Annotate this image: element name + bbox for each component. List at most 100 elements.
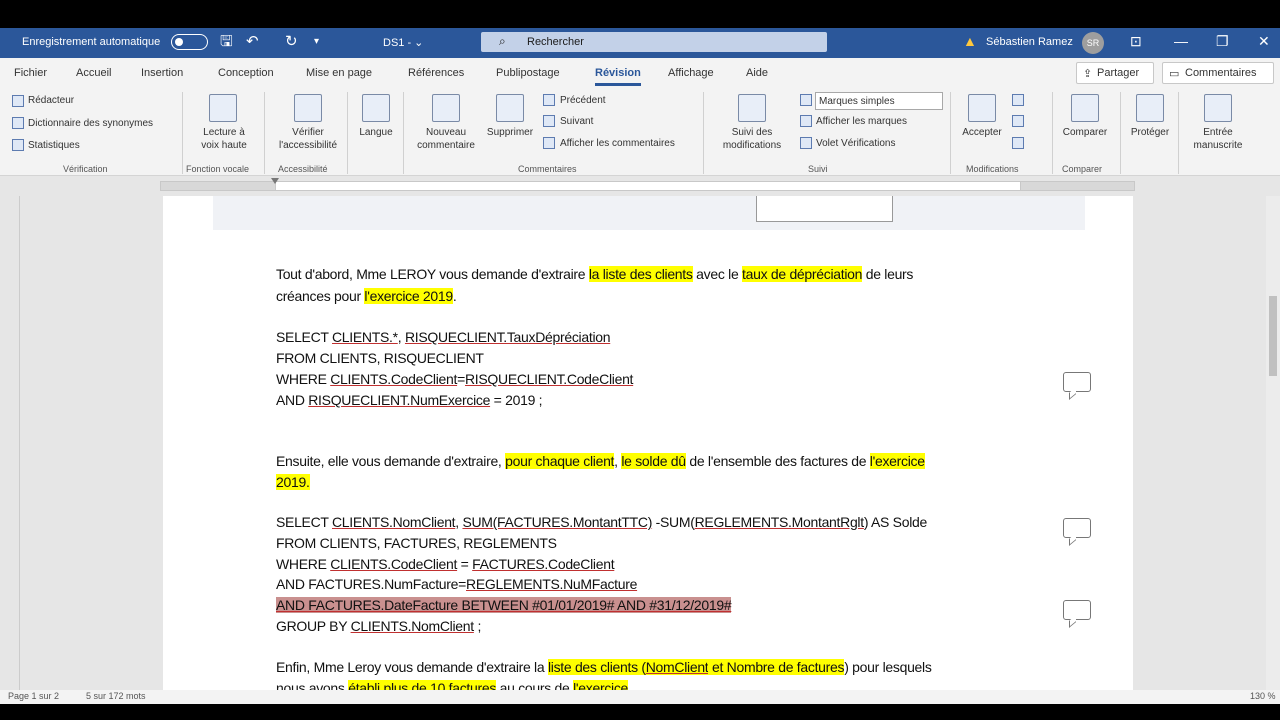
compare-button[interactable]: Comparer	[1057, 126, 1113, 139]
zoom-level[interactable]: 130 %	[1250, 691, 1276, 701]
title-bar: Enregistrement automatique 🖫 ↶ ↻ ▾ DS1 -…	[0, 28, 1280, 58]
comments-label: Commentaires	[1185, 67, 1257, 79]
document-page[interactable]: Tout d'abord, Mme LEROY vous demande d'e…	[163, 196, 1133, 696]
previous-change-icon[interactable]	[1012, 115, 1024, 127]
separator	[403, 92, 404, 174]
accept-icon	[968, 94, 996, 122]
separator	[347, 92, 348, 174]
show-markup-button[interactable]: Afficher les marques	[816, 116, 907, 127]
tab-mise-en-page[interactable]: Mise en page	[306, 67, 372, 79]
query-1-line-3: WHERE CLIENTS.CodeClient=RISQUECLIENT.Co…	[276, 371, 634, 387]
tab-accueil[interactable]: Accueil	[76, 67, 111, 79]
document-name[interactable]: DS1 - ⌄	[383, 36, 423, 49]
share-icon: ⇪	[1083, 68, 1093, 80]
indent-marker[interactable]	[271, 178, 279, 184]
next-comment-icon	[543, 115, 555, 127]
query-2-line-4: AND FACTURES.NumFacture=REGLEMENTS.NuMFa…	[276, 576, 638, 592]
qat-more-icon[interactable]: ▾	[314, 33, 319, 51]
vertical-ruler[interactable]	[0, 196, 20, 690]
vertical-scrollbar[interactable]	[1266, 196, 1280, 690]
next-comment-button[interactable]: Suivant	[560, 116, 593, 127]
undo-icon[interactable]: ↶	[246, 33, 259, 51]
check-accessibility-button[interactable]: Vérifier l'accessibilité	[276, 126, 340, 152]
tab-fichier[interactable]: Fichier	[14, 67, 47, 79]
compare-icon	[1071, 94, 1099, 122]
statistiques-button[interactable]: Statistiques	[28, 140, 80, 151]
search-icon: ⌕	[499, 34, 506, 48]
tab-conception[interactable]: Conception	[218, 67, 274, 79]
tab-revision[interactable]: Révision	[595, 67, 641, 86]
group-changes: Modifications	[966, 164, 1019, 174]
page-count[interactable]: Page 1 sur 2	[8, 691, 59, 701]
synonymes-button[interactable]: Dictionnaire des synonymes	[28, 118, 153, 129]
reviewing-pane-button[interactable]: Volet Vérifications	[816, 138, 896, 149]
query-1-line-2: FROM CLIENTS, RISQUECLIENT	[276, 350, 484, 366]
show-comments-button[interactable]: Afficher les commentaires	[560, 138, 675, 149]
previous-comment-icon	[543, 94, 555, 106]
track-changes-button[interactable]: Suivi des modifications	[710, 126, 794, 152]
scrollbar-thumb[interactable]	[1269, 296, 1277, 376]
tab-references[interactable]: Références	[408, 67, 464, 79]
word-window: Enregistrement automatique 🖫 ↶ ↻ ▾ DS1 -…	[0, 0, 1280, 720]
redo-icon[interactable]: ↻	[285, 33, 298, 51]
ruler-right-margin	[1020, 181, 1135, 191]
warning-icon[interactable]: ▲	[963, 33, 977, 49]
stats-icon	[12, 139, 24, 151]
separator	[1178, 92, 1179, 174]
thesaurus-icon	[12, 117, 24, 129]
ribbon-display-icon[interactable]: ⊡	[1130, 33, 1142, 50]
separator	[1052, 92, 1053, 174]
redacteur-button[interactable]: Rédacteur	[28, 95, 74, 106]
paragraph-1-line-1: Tout d'abord, Mme LEROY vous demande d'e…	[276, 266, 914, 282]
minimize-icon[interactable]: —	[1174, 33, 1188, 49]
save-icon[interactable]: 🖫	[220, 33, 233, 51]
new-comment-button[interactable]: Nouveau commentaire	[410, 126, 482, 152]
separator	[1120, 92, 1121, 174]
delete-comment-button[interactable]: Supprimer	[482, 126, 538, 139]
word-count[interactable]: 5 sur 172 mots	[86, 691, 146, 701]
ink-button[interactable]: Entrée manuscrite	[1182, 126, 1254, 152]
ribbon-tabs: Fichier Accueil Insertion Conception Mis…	[0, 58, 1280, 88]
tab-aide[interactable]: Aide	[746, 67, 768, 79]
previous-comment-button[interactable]: Précédent	[560, 95, 606, 106]
comment-marker-1[interactable]	[1063, 372, 1091, 392]
tab-publipostage[interactable]: Publipostage	[496, 67, 560, 79]
horizontal-ruler[interactable]	[0, 176, 1280, 196]
reject-icon[interactable]	[1012, 94, 1024, 106]
paragraph-1-line-2: créances pour l'exercice 2019.	[276, 288, 457, 304]
query-2-line-5-selected: AND FACTURES.DateFacture BETWEEN #01/01/…	[276, 597, 732, 613]
show-markup-icon	[800, 115, 812, 127]
autosave-toggle[interactable]	[171, 34, 208, 50]
paragraph-2-line-1: Ensuite, elle vous demande d'extraire, p…	[276, 453, 925, 469]
maximize-icon[interactable]: ❐	[1216, 33, 1229, 50]
protect-button[interactable]: Protéger	[1124, 126, 1176, 139]
comment-marker-2[interactable]	[1063, 518, 1091, 538]
protect-icon	[1136, 94, 1164, 122]
search-box[interactable]: ⌕ Rechercher	[481, 32, 827, 52]
read-aloud-button[interactable]: Lecture à voix haute	[194, 126, 254, 152]
delete-comment-icon	[496, 94, 524, 122]
comments-button[interactable]: ▭ Commentaires	[1162, 62, 1274, 84]
language-button[interactable]: Langue	[353, 126, 399, 139]
previous-content-box	[213, 196, 1085, 230]
paragraph-3-line-1: Enfin, Mme Leroy vous demande d'extraire…	[276, 659, 932, 675]
comment-icon: ▭	[1169, 68, 1180, 80]
comment-marker-3[interactable]	[1063, 600, 1091, 620]
document-area: Tout d'abord, Mme LEROY vous demande d'e…	[0, 196, 1280, 696]
close-icon[interactable]: ✕	[1258, 33, 1270, 50]
new-comment-icon	[432, 94, 460, 122]
share-button[interactable]: ⇪ Partager	[1076, 62, 1154, 84]
user-name[interactable]: Sébastien Ramez	[986, 36, 1073, 48]
avatar[interactable]: SR	[1082, 32, 1104, 54]
separator	[264, 92, 265, 174]
tab-affichage[interactable]: Affichage	[668, 67, 714, 79]
accept-button[interactable]: Accepter	[954, 126, 1010, 139]
markup-icon	[800, 94, 812, 106]
next-change-icon[interactable]	[1012, 137, 1024, 149]
tab-insertion[interactable]: Insertion	[141, 67, 183, 79]
group-compare: Comparer	[1062, 164, 1103, 174]
ribbon: Rédacteur Dictionnaire des synonymes Sta…	[0, 88, 1280, 176]
editor-icon	[12, 95, 24, 107]
markup-select[interactable]: Marques simples	[815, 92, 943, 110]
letterbox-bottom	[0, 704, 1280, 720]
